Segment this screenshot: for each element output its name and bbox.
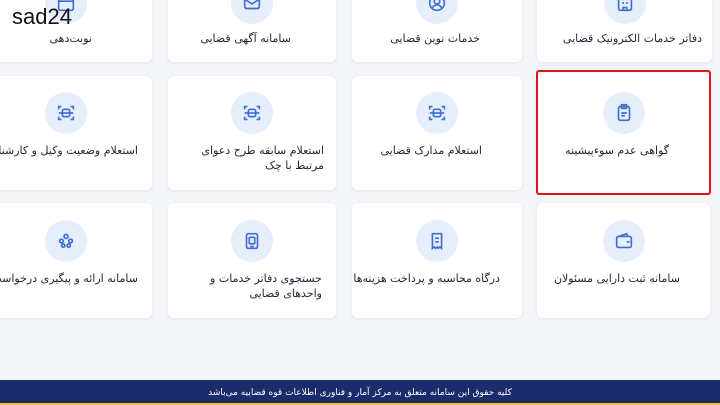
- card-label: سامانه ارائه و پیگیری درخواست عفو: [0, 272, 138, 285]
- scan-icon: [416, 92, 458, 134]
- watermark-logo: sad24: [12, 4, 72, 29]
- building-icon: [603, 0, 646, 24]
- card-label: سامانه ثبت دارایی مسئولان: [553, 272, 680, 285]
- service-card-electronic-offices[interactable]: دفاتر خدمات الکترونیک قضایی: [537, 0, 712, 62]
- service-card-office-search[interactable]: جستجوی دفاتر خدمات و واحدهای قضایی: [168, 203, 336, 318]
- service-card-modern-services[interactable]: خدمات نوین قضایی: [352, 0, 522, 62]
- service-card-criminal-record[interactable]: گواهی عدم سوءپیشینه: [537, 72, 710, 193]
- service-card-official-assets[interactable]: سامانه ثبت دارایی مسئولان: [537, 203, 710, 318]
- card-label: گواهی عدم سوءپیشینه: [565, 144, 669, 157]
- people-icon: [45, 220, 87, 262]
- scan-icon: [231, 92, 273, 134]
- card-label: دفاتر خدمات الکترونیک قضایی: [562, 32, 702, 45]
- card-label: استعلام وضعیت وکیل و کارشناس: [0, 144, 138, 157]
- wallet-icon: [602, 220, 645, 262]
- card-label: نوبت‌دهی: [49, 32, 92, 45]
- card-label: استعلام سابقه طرح دعوای مرتبط با چک: [201, 144, 324, 172]
- footer-copyright: کلیه حقوق این سامانه متعلق به مرکز آمار …: [208, 387, 512, 398]
- card-label: جستجوی دفاتر خدمات و واحدهای قضایی: [210, 272, 322, 300]
- card-label: استعلام مدارک قضایی: [380, 144, 482, 157]
- card-label: خدمات نوین قضایی: [390, 32, 480, 45]
- scan-icon: [45, 92, 87, 134]
- card-label: سامانه آگهی قضایی: [200, 32, 291, 45]
- service-card-payment-gateway[interactable]: درگاه محاسبه و پرداخت هزینه‌ها: [352, 203, 522, 318]
- envelope-icon: [231, 0, 273, 24]
- document-search-icon: [231, 220, 273, 262]
- footer: کلیه حقوق این سامانه متعلق به مرکز آمار …: [0, 380, 720, 405]
- service-card-announcements[interactable]: سامانه آگهی قضایی: [168, 0, 336, 62]
- clipboard-icon: [602, 92, 645, 134]
- receipt-icon: [416, 220, 458, 262]
- service-card-document-inquiry[interactable]: استعلام مدارک قضایی: [352, 76, 522, 190]
- service-card-check-lawsuit-inquiry[interactable]: استعلام سابقه طرح دعوای مرتبط با چک: [168, 76, 336, 190]
- card-label: درگاه محاسبه و پرداخت هزینه‌ها: [353, 272, 500, 285]
- service-card-lawyer-status-inquiry[interactable]: استعلام وضعیت وکیل و کارشناس: [0, 76, 152, 190]
- service-card-pardon-request[interactable]: سامانه ارائه و پیگیری درخواست عفو: [0, 203, 152, 318]
- user-icon: [416, 0, 458, 24]
